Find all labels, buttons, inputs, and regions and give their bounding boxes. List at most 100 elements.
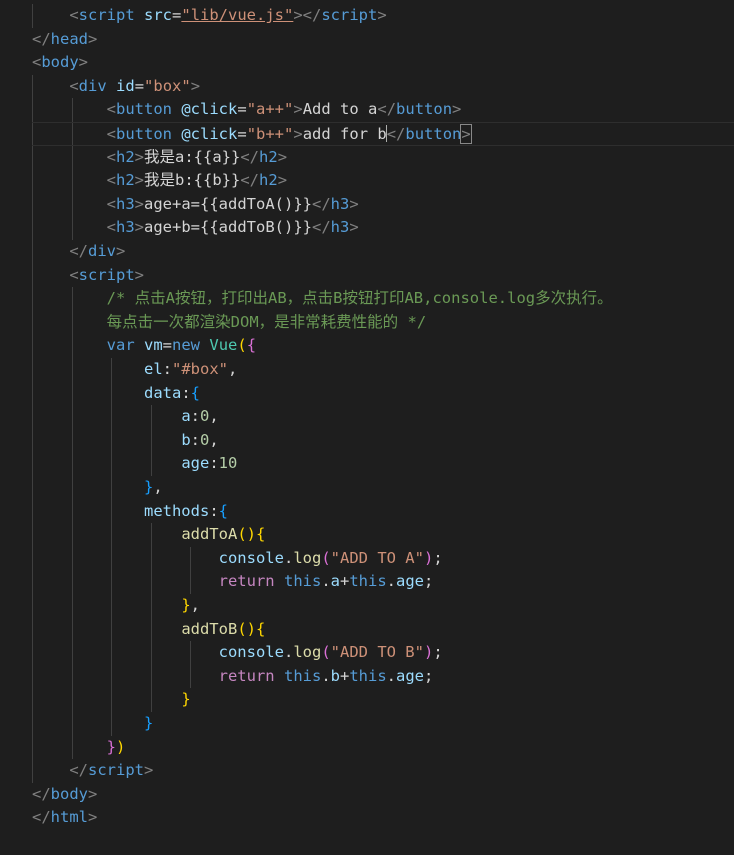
token-text: : bbox=[190, 430, 200, 449]
token-text: , bbox=[153, 478, 163, 496]
token-variable: methods bbox=[143, 501, 210, 520]
token-attr: src bbox=[144, 6, 173, 24]
token-variable: console bbox=[218, 643, 284, 662]
token-number: 0 bbox=[200, 407, 210, 426]
code-line[interactable]: } bbox=[32, 688, 734, 712]
token-tag: h3 bbox=[330, 218, 350, 237]
token-text: : bbox=[209, 501, 219, 520]
code-line[interactable]: 每点击一次都渲染DOM，是非常耗费性能的 */ bbox=[32, 311, 734, 335]
code-line[interactable]: <h2>我是b:{{b}}</h2> bbox=[32, 169, 734, 193]
token-tag-bracket: > bbox=[134, 194, 145, 213]
token-variable: age bbox=[396, 572, 425, 591]
token-text: Add to a bbox=[302, 100, 378, 119]
token-tag: html bbox=[50, 808, 88, 827]
token-text: ; bbox=[433, 548, 443, 567]
code-line[interactable]: console.log("ADD TO B"); bbox=[32, 641, 734, 665]
token-tag: button bbox=[116, 100, 172, 119]
token-string: "#box" bbox=[172, 360, 228, 378]
token-tag: body bbox=[50, 784, 88, 803]
code-line[interactable]: a:0, bbox=[32, 405, 734, 429]
code-line[interactable]: methods:{ bbox=[32, 500, 734, 524]
token-tag-bracket: </ bbox=[240, 171, 260, 190]
token-tag-bracket: </ bbox=[32, 29, 51, 48]
code-line[interactable]: <body> bbox=[32, 51, 734, 75]
token-string: "ADD TO A" bbox=[330, 548, 424, 567]
code-line[interactable]: </div> bbox=[32, 240, 734, 264]
token-tag: div bbox=[78, 76, 107, 95]
token-bracket-gold: { bbox=[255, 525, 266, 544]
token-bracket-blue: } bbox=[143, 714, 154, 732]
token-number: 0 bbox=[200, 430, 210, 449]
token-bracket-purple: } bbox=[106, 737, 116, 756]
token-variable: b bbox=[181, 430, 191, 449]
code-line[interactable]: age:10 bbox=[32, 452, 734, 476]
code-line[interactable]: <script> bbox=[32, 264, 734, 288]
token-tag-bracket: < bbox=[106, 147, 116, 166]
token-keyword: var bbox=[106, 336, 135, 355]
code-line[interactable]: }, bbox=[32, 594, 734, 618]
code-line[interactable]: <div id="box"> bbox=[32, 75, 734, 99]
token-text: : bbox=[162, 360, 172, 378]
token-tag: button bbox=[405, 125, 462, 143]
token-text: = bbox=[162, 336, 173, 355]
token-function: addToB bbox=[181, 619, 238, 638]
code-line[interactable]: console.log("ADD TO A"); bbox=[32, 547, 734, 571]
token-variable: a bbox=[181, 407, 191, 426]
token-tag: head bbox=[50, 29, 88, 48]
code-line[interactable]: }, bbox=[32, 476, 734, 500]
token-tag-bracket: > bbox=[88, 29, 98, 48]
token-text: : bbox=[181, 383, 191, 402]
token-text: 我是a:{{a}} bbox=[144, 147, 241, 166]
code-line[interactable]: <h3>age+b={{addToB()}}</h3> bbox=[32, 216, 734, 240]
token-tag: h2 bbox=[116, 171, 135, 190]
code-editor[interactable]: <script src="lib/vue.js"></script> </head… bbox=[0, 0, 734, 855]
token-variable: age bbox=[396, 666, 425, 685]
code-line[interactable]: </body> bbox=[32, 783, 734, 807]
token-tag: button bbox=[396, 100, 453, 119]
code-line[interactable]: </html> bbox=[32, 806, 734, 830]
code-line[interactable]: <h2>我是a:{{a}}</h2> bbox=[32, 146, 734, 170]
token-tag-bracket: > bbox=[377, 6, 387, 24]
token-tag-bracket: < bbox=[106, 218, 116, 237]
token-tag-bracket: </ bbox=[312, 218, 331, 237]
code-line[interactable]: b:0, bbox=[32, 429, 734, 453]
token-text: , bbox=[209, 407, 219, 426]
code-line[interactable]: addToA(){ bbox=[32, 523, 734, 547]
token-text: 我是b:{{b}} bbox=[144, 171, 241, 190]
code-line[interactable]: } bbox=[32, 712, 734, 736]
token-tag-bracket: < bbox=[106, 125, 116, 143]
token-tag-bracket: > bbox=[190, 76, 201, 95]
token-text: = bbox=[237, 125, 247, 143]
token-tag-bracket: </ bbox=[377, 100, 397, 119]
token-tag-bracket: > bbox=[134, 265, 145, 284]
code-line[interactable]: </script> bbox=[32, 759, 734, 783]
token-tag-bracket: < bbox=[69, 6, 79, 24]
code-line[interactable]: }) bbox=[32, 736, 734, 760]
code-line[interactable]: /* 点击A按钮，打印出AB，点击B按钮打印AB,console.log多次执行… bbox=[32, 287, 734, 311]
code-line[interactable]: return this.b+this.age; bbox=[32, 665, 734, 689]
code-line[interactable]: return this.a+this.age; bbox=[32, 570, 734, 594]
code-line[interactable]: data:{ bbox=[32, 382, 734, 406]
code-line[interactable]: addToB(){ bbox=[32, 618, 734, 642]
code-line[interactable]: <script src="lib/vue.js"></script> bbox=[32, 4, 734, 28]
code-line[interactable]: </head> bbox=[32, 28, 734, 52]
code-line[interactable]: <h3>age+a={{addToA()}}</h3> bbox=[32, 193, 734, 217]
code-line[interactable]: <button @click="b++">add for b</button> bbox=[32, 122, 734, 146]
token-text: age+a={{addToA()}} bbox=[144, 194, 312, 213]
code-line[interactable]: var vm=new Vue({ bbox=[32, 334, 734, 358]
code-line[interactable]: <button @click="a++">Add to a</button> bbox=[32, 98, 734, 122]
code-line[interactable]: el:"#box", bbox=[32, 358, 734, 382]
